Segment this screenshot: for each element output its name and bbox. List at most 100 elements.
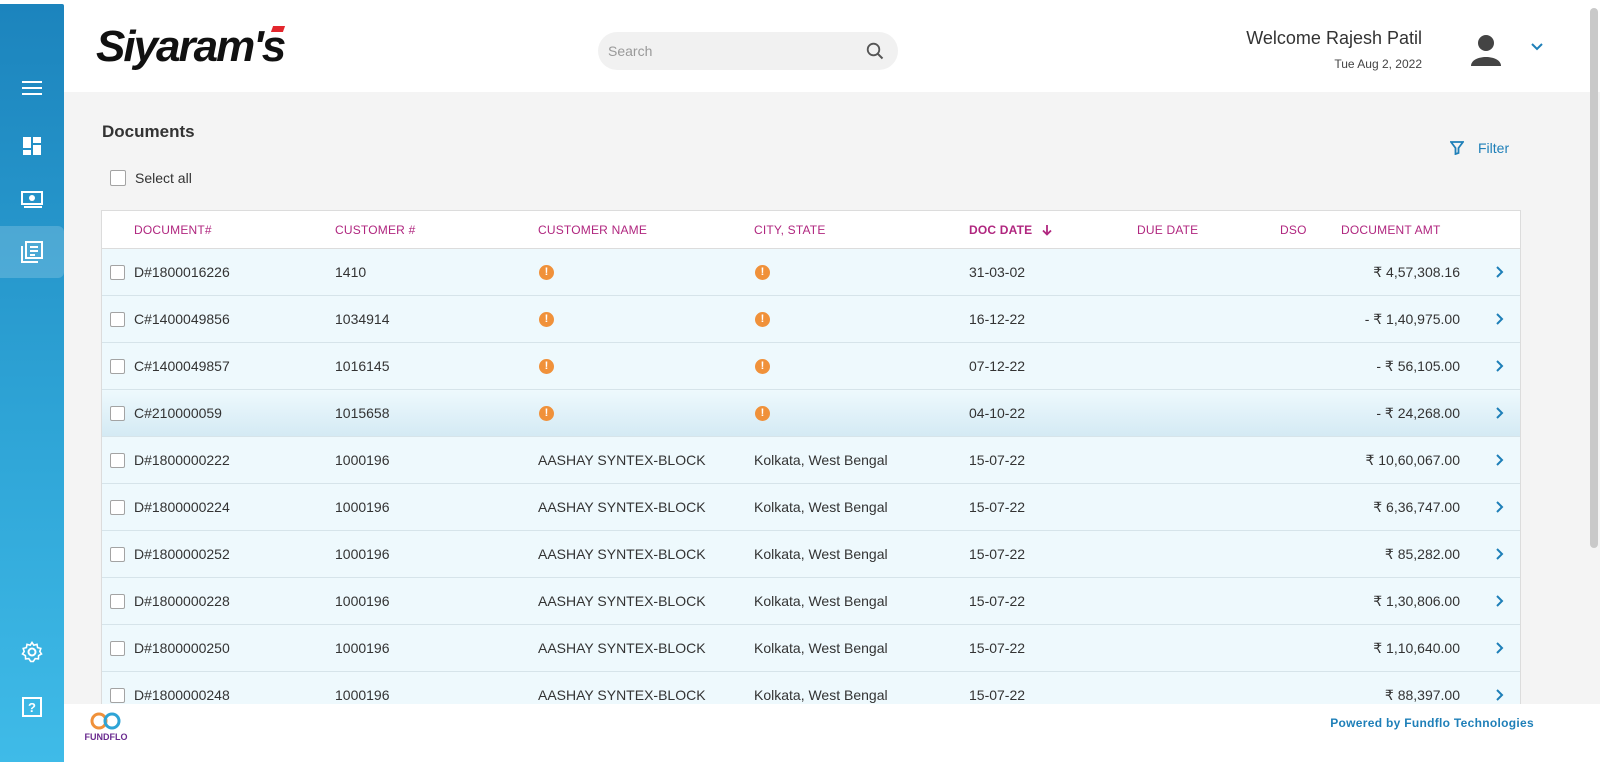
document-number[interactable]: D#1800000252 bbox=[134, 546, 230, 562]
row-checkbox[interactable] bbox=[110, 312, 125, 327]
logo-accent bbox=[271, 26, 286, 32]
row-checkbox[interactable] bbox=[110, 453, 125, 468]
row-checkbox[interactable] bbox=[110, 594, 125, 609]
filter-label: Filter bbox=[1478, 140, 1510, 156]
chevron-right-icon[interactable] bbox=[1495, 359, 1505, 373]
row-checkbox[interactable] bbox=[110, 500, 125, 515]
chevron-right-icon[interactable] bbox=[1495, 312, 1505, 326]
col-doc-date[interactable]: DOC DATE bbox=[969, 223, 1052, 237]
row-checkbox[interactable] bbox=[110, 359, 125, 374]
document-number[interactable]: D#1800000248 bbox=[134, 687, 230, 703]
svg-text:?: ? bbox=[28, 700, 36, 715]
warning-icon: ! bbox=[539, 312, 554, 327]
city-state: Kolkata, West Bengal bbox=[754, 499, 888, 515]
warning-icon: ! bbox=[755, 265, 770, 280]
customer-name: AASHAY SYNTEX-BLOCK bbox=[538, 593, 706, 609]
warning-icon: ! bbox=[539, 265, 554, 280]
col-dso[interactable]: DSO bbox=[1280, 223, 1307, 237]
customer-number: 1000196 bbox=[335, 687, 390, 703]
chevron-right-icon[interactable] bbox=[1495, 453, 1505, 467]
document-amount: ₹ 1,30,806.00 bbox=[1373, 593, 1460, 609]
document-number[interactable]: D#1800016226 bbox=[134, 264, 230, 280]
sort-arrow-down-icon bbox=[1042, 225, 1052, 236]
table-header: DOCUMENT# CUSTOMER # CUSTOMER NAME CITY,… bbox=[102, 211, 1520, 249]
col-customer-name[interactable]: CUSTOMER NAME bbox=[538, 223, 647, 237]
doc-date: 15-07-22 bbox=[969, 687, 1026, 703]
chevron-right-icon[interactable] bbox=[1495, 265, 1505, 279]
warning-icon: ! bbox=[755, 406, 770, 421]
document-number[interactable]: C#1400049857 bbox=[134, 358, 230, 374]
settings-icon bbox=[21, 641, 43, 663]
fundflo-logo: FUNDFLO bbox=[80, 710, 132, 750]
siyarams-logo: Siyaram's bbox=[96, 22, 286, 72]
page-scrollbar[interactable] bbox=[1590, 8, 1598, 548]
col-document[interactable]: DOCUMENT# bbox=[134, 223, 212, 237]
chevron-right-icon[interactable] bbox=[1495, 594, 1505, 608]
document-amount: - ₹ 24,268.00 bbox=[1376, 405, 1460, 421]
table-row[interactable]: C#1400049856 1034914!! 16-12-22 - ₹ 1,40,97… bbox=[102, 296, 1520, 343]
row-checkbox[interactable] bbox=[110, 641, 125, 656]
row-checkbox[interactable] bbox=[110, 688, 125, 703]
sidebar-item-dashboard[interactable] bbox=[0, 120, 64, 172]
table-row[interactable]: D#1800000228 1000196 AASHAY SYNTEX-BLOCK Ko… bbox=[102, 578, 1520, 625]
document-amount: ₹ 88,397.00 bbox=[1384, 687, 1460, 703]
sidebar-item-settings[interactable] bbox=[0, 626, 64, 678]
chevron-right-icon[interactable] bbox=[1495, 500, 1505, 514]
sidebar: ? bbox=[0, 4, 64, 762]
footer: FUNDFLO Powered by Fundflo Technologies bbox=[64, 704, 1600, 762]
sidebar-item-payments[interactable] bbox=[0, 174, 64, 226]
table-row[interactable]: D#1800016226 1410!! 31-03-02 ₹ 4,57,308.16 bbox=[102, 249, 1520, 296]
doc-date: 31-03-02 bbox=[969, 264, 1026, 280]
top-header: Siyaram's Welcome Rajesh Patil Tue Aug 2… bbox=[64, 4, 1600, 92]
search-icon[interactable] bbox=[866, 42, 884, 60]
row-checkbox[interactable] bbox=[110, 547, 125, 562]
document-amount: ₹ 4,57,308.16 bbox=[1373, 264, 1460, 280]
document-number[interactable]: D#1800000222 bbox=[134, 452, 230, 468]
chevron-right-icon[interactable] bbox=[1495, 688, 1505, 702]
document-amount: ₹ 1,10,640.00 bbox=[1373, 640, 1460, 656]
table-row[interactable]: D#1800000248 1000196 AASHAY SYNTEX-BLOCK Ko… bbox=[102, 672, 1520, 704]
document-number[interactable]: D#1800000228 bbox=[134, 593, 230, 609]
warning-icon: ! bbox=[755, 312, 770, 327]
table-row[interactable]: D#1800000250 1000196 AASHAY SYNTEX-BLOCK Ko… bbox=[102, 625, 1520, 672]
customer-name: AASHAY SYNTEX-BLOCK bbox=[538, 546, 706, 562]
avatar-icon[interactable] bbox=[1469, 32, 1503, 68]
user-greeting: Welcome Rajesh Patil Tue Aug 2, 2022 bbox=[1246, 28, 1422, 71]
document-number[interactable]: D#1800000250 bbox=[134, 640, 230, 656]
chevron-right-icon[interactable] bbox=[1495, 406, 1505, 420]
col-customer[interactable]: CUSTOMER # bbox=[335, 223, 415, 237]
sidebar-item-help[interactable]: ? bbox=[0, 681, 64, 733]
col-document-amt[interactable]: DOCUMENT AMT bbox=[1341, 223, 1441, 237]
filter-icon bbox=[1450, 141, 1464, 155]
col-city-state[interactable]: CITY, STATE bbox=[754, 223, 826, 237]
table-row[interactable]: D#1800000252 1000196 AASHAY SYNTEX-BLOCK Ko… bbox=[102, 531, 1520, 578]
chevron-down-icon[interactable] bbox=[1530, 42, 1544, 52]
document-number[interactable]: D#1800000224 bbox=[134, 499, 230, 515]
sidebar-item-documents[interactable] bbox=[0, 226, 64, 278]
row-checkbox[interactable] bbox=[110, 265, 125, 280]
document-number[interactable]: C#210000059 bbox=[134, 405, 222, 421]
table-row[interactable]: D#1800000222 1000196 AASHAY SYNTEX-BLOCK Ko… bbox=[102, 437, 1520, 484]
city-state: Kolkata, West Bengal bbox=[754, 640, 888, 656]
doc-date: 15-07-22 bbox=[969, 546, 1026, 562]
menu-icon bbox=[22, 81, 42, 95]
document-amount: - ₹ 1,40,975.00 bbox=[1364, 311, 1460, 327]
select-all[interactable]: Select all bbox=[110, 170, 192, 186]
city-state: Kolkata, West Bengal bbox=[754, 687, 888, 703]
col-due-date[interactable]: DUE DATE bbox=[1137, 223, 1198, 237]
select-all-checkbox[interactable] bbox=[110, 170, 126, 186]
row-checkbox[interactable] bbox=[110, 406, 125, 421]
chevron-right-icon[interactable] bbox=[1495, 547, 1505, 561]
customer-number: 1034914 bbox=[335, 311, 390, 327]
filter-button[interactable]: Filter bbox=[1450, 140, 1509, 156]
table-row[interactable]: D#1800000224 1000196 AASHAY SYNTEX-BLOCK Ko… bbox=[102, 484, 1520, 531]
document-number[interactable]: C#1400049856 bbox=[134, 311, 230, 327]
sidebar-menu-button[interactable] bbox=[0, 62, 64, 114]
table-row[interactable]: C#1400049857 1016145!! 07-12-22 - ₹ 56,105.… bbox=[102, 343, 1520, 390]
payments-icon bbox=[21, 191, 43, 208]
documents-icon bbox=[21, 241, 43, 263]
table-row[interactable]: C#210000059 1015658!! 04-10-22 - ₹ 24,268.0… bbox=[102, 390, 1520, 437]
search-input[interactable] bbox=[608, 32, 848, 70]
chevron-right-icon[interactable] bbox=[1495, 641, 1505, 655]
current-date: Tue Aug 2, 2022 bbox=[1334, 57, 1422, 71]
